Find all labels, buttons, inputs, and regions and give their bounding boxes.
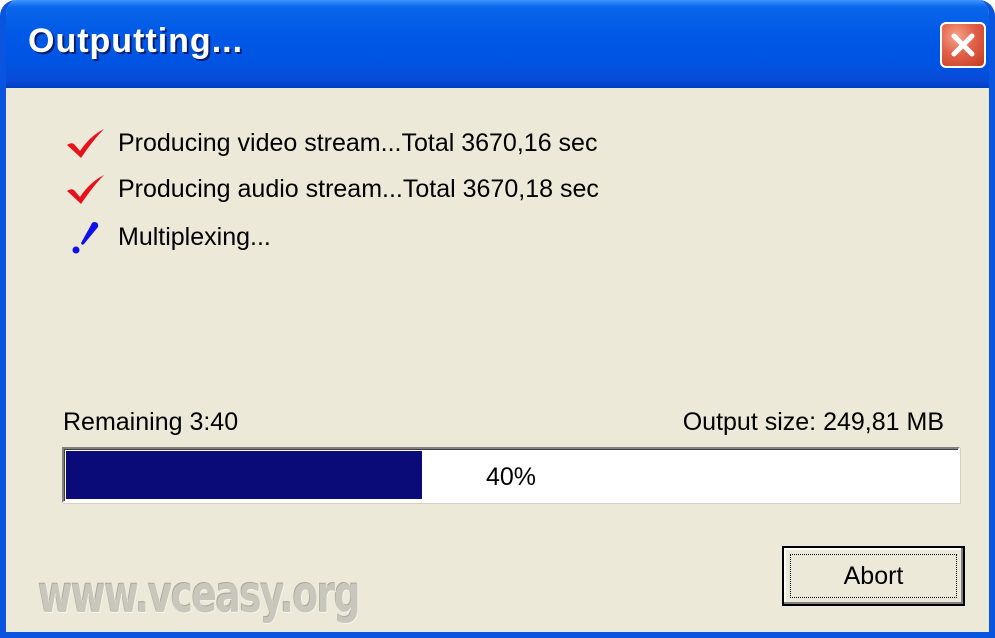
step-audio-label: Producing audio stream...Total 3670,18 s… — [118, 174, 599, 203]
watermark: www.vceasy.org — [38, 565, 361, 625]
progress-percent: 40% — [485, 463, 537, 491]
step-video-label: Producing video stream...Total 3670,16 s… — [118, 128, 598, 157]
abort-button[interactable]: Abort — [782, 546, 965, 606]
outputting-dialog: Outputting... Producing video stream...T… — [0, 0, 995, 638]
output-size: Output size: 249,81 MB — [682, 408, 944, 436]
step-audio: Producing audio stream...Total 3670,18 s… — [64, 169, 599, 209]
close-button[interactable] — [940, 22, 986, 68]
checkmark-icon — [67, 129, 104, 158]
step-video: Producing video stream...Total 3670,16 s… — [64, 123, 597, 163]
close-icon — [951, 33, 975, 57]
abort-button-label: Abort — [790, 554, 957, 598]
exclamation-icon — [72, 222, 99, 254]
progress-bar: 40% — [62, 447, 960, 503]
window-title: Outputting... — [28, 22, 244, 60]
title-bar[interactable]: Outputting... — [6, 0, 989, 88]
remaining-time: Remaining 3:40 — [63, 408, 239, 436]
step-multiplexing: Multiplexing... — [64, 217, 271, 257]
checkmark-icon — [67, 175, 104, 204]
step-multiplexing-label: Multiplexing... — [118, 222, 271, 251]
